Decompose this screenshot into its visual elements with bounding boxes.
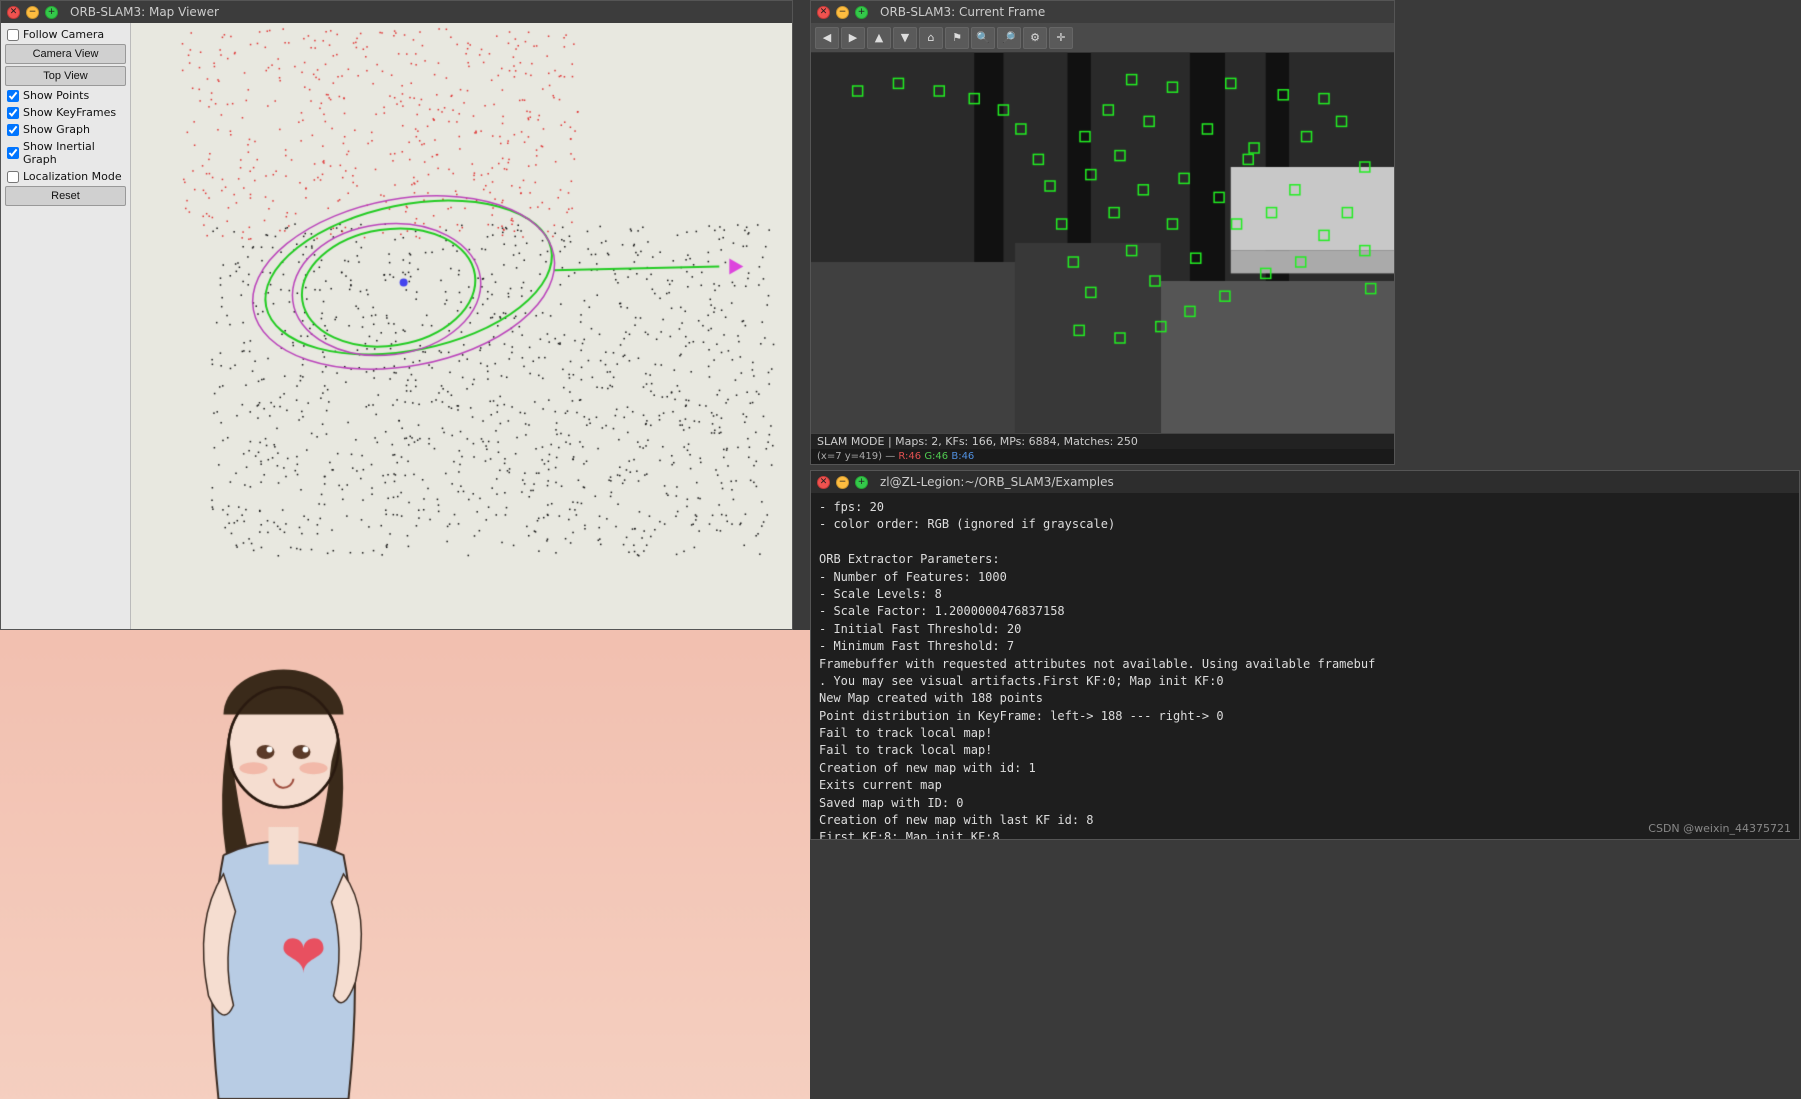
nav-back-btn[interactable]: ◀ xyxy=(815,27,839,49)
terminal-line: Framebuffer with requested attributes no… xyxy=(819,656,1791,673)
terminal-line: . You may see visual artifacts.First KF:… xyxy=(819,673,1791,690)
show-points-label: Show Points xyxy=(23,89,89,102)
zoom-in-btn[interactable]: 🔍 xyxy=(971,27,995,49)
localization-mode-row[interactable]: Localization Mode xyxy=(5,169,126,184)
frame-close-btn[interactable]: ✕ xyxy=(817,6,830,19)
reset-button[interactable]: Reset xyxy=(5,186,126,206)
frame-canvas[interactable] xyxy=(811,53,1394,433)
zoom-out-icon: 🔎 xyxy=(1002,31,1016,44)
show-keyframes-checkbox[interactable] xyxy=(7,107,19,119)
bookmark-btn[interactable]: ⚑ xyxy=(945,27,969,49)
map-viewer-max-btn[interactable]: + xyxy=(45,6,58,19)
show-graph-checkbox[interactable] xyxy=(7,124,19,136)
terminal-line: - fps: 20 xyxy=(819,499,1791,516)
show-graph-row[interactable]: Show Graph xyxy=(5,122,126,137)
localization-mode-checkbox[interactable] xyxy=(7,171,19,183)
arrow-left-icon: ◀ xyxy=(823,31,831,44)
anime-canvas xyxy=(0,630,810,1099)
show-inertial-graph-checkbox[interactable] xyxy=(7,147,19,159)
pixel-b: B:46 xyxy=(951,451,974,462)
map-viewer-titlebar: ✕ − + ORB-SLAM3: Map Viewer xyxy=(1,1,792,23)
map-control-panel: Follow Camera Camera View Top View Show … xyxy=(1,23,131,629)
bookmark-icon: ⚑ xyxy=(952,31,962,44)
terminal-watermark: CSDN @weixin_44375721 xyxy=(1648,822,1791,835)
current-frame-window: ✕ − + ORB-SLAM3: Current Frame ◀ ▶ ▲ ▼ ⌂… xyxy=(810,0,1395,465)
pixel-coords: (x=7 y=419) — xyxy=(817,451,898,462)
frame-title: ORB-SLAM3: Current Frame xyxy=(880,5,1045,19)
anime-background xyxy=(0,630,810,1099)
map-viewer-window: ✕ − + ORB-SLAM3: Map Viewer Follow Camer… xyxy=(0,0,793,630)
map-viewer-body: Follow Camera Camera View Top View Show … xyxy=(1,23,792,629)
show-inertial-graph-label: Show Inertial Graph xyxy=(23,140,124,166)
show-graph-label: Show Graph xyxy=(23,123,90,136)
map-viewer-close-btn[interactable]: ✕ xyxy=(7,6,20,19)
crosshair-btn[interactable]: ✛ xyxy=(1049,27,1073,49)
arrow-down-icon: ▼ xyxy=(901,31,909,44)
terminal-window: ✕ − + zl@ZL-Legion:~/ORB_SLAM3/Examples … xyxy=(810,470,1800,840)
zoom-in-icon: 🔍 xyxy=(976,31,990,44)
frame-render-canvas xyxy=(811,53,1394,433)
pixel-info-text: (x=7 y=419) — R:46 G:46 B:46 xyxy=(817,451,974,462)
settings-btn[interactable]: ⚙ xyxy=(1023,27,1047,49)
frame-toolbar: ◀ ▶ ▲ ▼ ⌂ ⚑ 🔍 🔎 ⚙ ✛ xyxy=(811,23,1394,53)
arrow-up-icon: ▲ xyxy=(875,31,883,44)
home-btn[interactable]: ⌂ xyxy=(919,27,943,49)
terminal-line: - Minimum Fast Threshold: 7 xyxy=(819,638,1791,655)
terminal-line: Fail to track local map! xyxy=(819,725,1791,742)
crosshair-icon: ✛ xyxy=(1056,31,1065,44)
map-render-canvas xyxy=(131,23,792,629)
terminal-titlebar: ✕ − + zl@ZL-Legion:~/ORB_SLAM3/Examples xyxy=(811,471,1799,493)
terminal-line: First KF:8; Map init KF:8 xyxy=(819,829,1791,839)
terminal-line: - Scale Levels: 8 xyxy=(819,586,1791,603)
terminal-line: - Scale Factor: 1.2000000476837158 xyxy=(819,603,1791,620)
nav-forward-btn[interactable]: ▶ xyxy=(841,27,865,49)
map-canvas[interactable] xyxy=(131,23,792,629)
frame-max-btn[interactable]: + xyxy=(855,6,868,19)
map-viewer-min-btn[interactable]: − xyxy=(26,6,39,19)
terminal-title: zl@ZL-Legion:~/ORB_SLAM3/Examples xyxy=(880,475,1114,489)
terminal-line: - Initial Fast Threshold: 20 xyxy=(819,621,1791,638)
localization-mode-label: Localization Mode xyxy=(23,170,122,183)
frame-status-bar: SLAM MODE | Maps: 2, KFs: 166, MPs: 6884… xyxy=(811,433,1394,449)
terminal-min-btn[interactable]: − xyxy=(836,476,849,489)
pixel-r: R:46 xyxy=(898,451,921,462)
terminal-max-btn[interactable]: + xyxy=(855,476,868,489)
show-keyframes-label: Show KeyFrames xyxy=(23,106,116,119)
nav-up-btn[interactable]: ▲ xyxy=(867,27,891,49)
nav-down-btn[interactable]: ▼ xyxy=(893,27,917,49)
show-points-checkbox[interactable] xyxy=(7,90,19,102)
terminal-line: New Map created with 188 points xyxy=(819,690,1791,707)
terminal-line: - color order: RGB (ignored if grayscale… xyxy=(819,516,1791,533)
settings-icon: ⚙ xyxy=(1030,31,1040,44)
show-inertial-graph-row[interactable]: Show Inertial Graph xyxy=(5,139,126,167)
terminal-body[interactable]: - fps: 20- color order: RGB (ignored if … xyxy=(811,493,1799,839)
terminal-line: Exits current map xyxy=(819,777,1791,794)
terminal-line: Fail to track local map! xyxy=(819,742,1791,759)
top-view-button[interactable]: Top View xyxy=(5,66,126,86)
slam-status-text: SLAM MODE | Maps: 2, KFs: 166, MPs: 6884… xyxy=(817,435,1138,448)
home-icon: ⌂ xyxy=(928,31,935,44)
zoom-out-btn[interactable]: 🔎 xyxy=(997,27,1021,49)
pixel-g: G:46 xyxy=(924,451,948,462)
terminal-line: Point distribution in KeyFrame: left-> 1… xyxy=(819,708,1791,725)
arrow-right-icon: ▶ xyxy=(849,31,857,44)
show-points-row[interactable]: Show Points xyxy=(5,88,126,103)
terminal-line: - Number of Features: 1000 xyxy=(819,569,1791,586)
terminal-line: Saved map with ID: 0 xyxy=(819,795,1791,812)
map-viewer-title: ORB-SLAM3: Map Viewer xyxy=(70,5,219,19)
terminal-line: Creation of new map with id: 1 xyxy=(819,760,1791,777)
terminal-line: Creation of new map with last KF id: 8 xyxy=(819,812,1791,829)
terminal-line xyxy=(819,534,1791,551)
follow-camera-label: Follow Camera xyxy=(23,28,104,41)
camera-view-button[interactable]: Camera View xyxy=(5,44,126,64)
follow-camera-row[interactable]: Follow Camera xyxy=(5,27,126,42)
follow-camera-checkbox[interactable] xyxy=(7,29,19,41)
frame-min-btn[interactable]: − xyxy=(836,6,849,19)
show-keyframes-row[interactable]: Show KeyFrames xyxy=(5,105,126,120)
terminal-line: ORB Extractor Parameters: xyxy=(819,551,1791,568)
terminal-close-btn[interactable]: ✕ xyxy=(817,476,830,489)
frame-titlebar: ✕ − + ORB-SLAM3: Current Frame xyxy=(811,1,1394,23)
frame-pixel-info: (x=7 y=419) — R:46 G:46 B:46 xyxy=(811,449,1394,464)
